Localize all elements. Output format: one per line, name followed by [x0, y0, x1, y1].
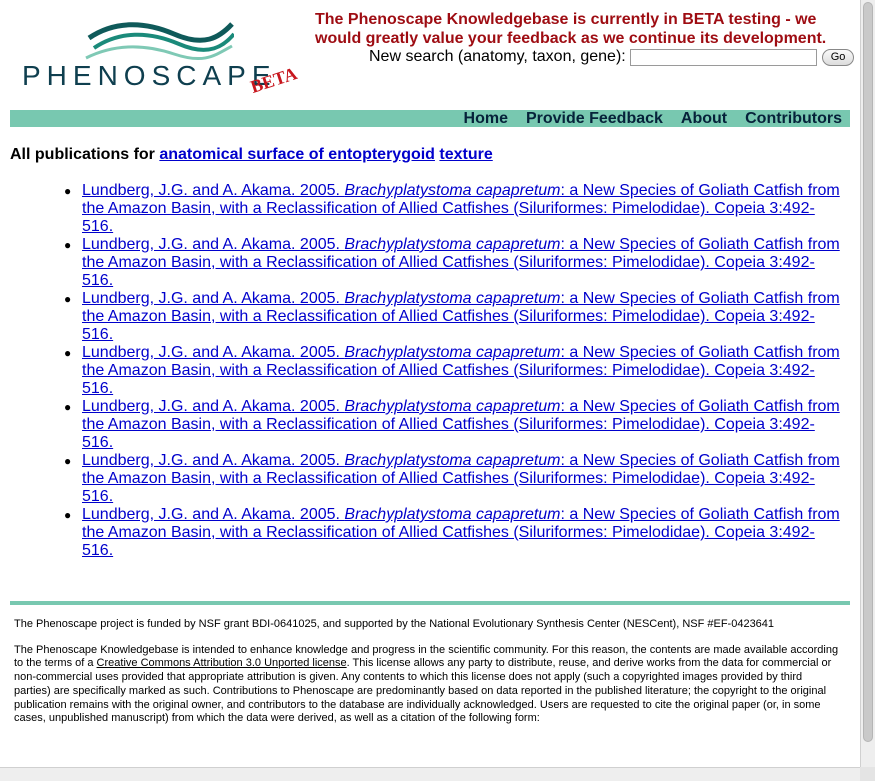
publication-link[interactable]: Lundberg, J.G. and A. Akama. 2005. Brach… — [82, 398, 840, 451]
publication-link[interactable]: Lundberg, J.G. and A. Akama. 2005. Brach… — [82, 236, 840, 289]
nav-home-link[interactable]: Home — [464, 110, 508, 127]
search-form: New search (anatomy, taxon, gene): Go — [369, 48, 855, 66]
publication-citation: Lundberg, J.G. and A. Akama. 2005. — [82, 452, 345, 469]
publication-species: Brachyplatystoma capapretum — [344, 452, 561, 469]
quality-link[interactable]: texture — [439, 146, 492, 163]
publication-item: ● Lundberg, J.G. and A. Akama. 2005. Brac… — [64, 236, 844, 290]
nav-contributors-link[interactable]: Contributors — [745, 110, 842, 127]
publication-item: ● Lundberg, J.G. and A. Akama. 2005. Brac… — [64, 452, 844, 506]
publication-link[interactable]: Lundberg, J.G. and A. Akama. 2005. Brach… — [82, 506, 840, 559]
publication-item: ● Lundberg, J.G. and A. Akama. 2005. Brac… — [64, 398, 844, 452]
publication-link[interactable]: Lundberg, J.G. and A. Akama. 2005. Brach… — [82, 290, 840, 343]
publication-link[interactable]: Lundberg, J.G. and A. Akama. 2005. Brach… — [82, 344, 840, 397]
search-input[interactable] — [629, 48, 817, 66]
bullet-icon: ● — [64, 346, 72, 360]
horizontal-scrollbar[interactable] — [0, 767, 860, 781]
publication-citation: Lundberg, J.G. and A. Akama. 2005. — [82, 506, 345, 523]
phenoscape-logo[interactable]: PHENOSCAPE BETA — [22, 12, 307, 112]
nav-feedback-link[interactable]: Provide Feedback — [526, 110, 663, 127]
bullet-icon: ● — [64, 400, 72, 414]
publication-item: ● Lundberg, J.G. and A. Akama. 2005. Brac… — [64, 182, 844, 236]
publication-item: ● Lundberg, J.G. and A. Akama. 2005. Brac… — [64, 344, 844, 398]
publication-species: Brachyplatystoma capapretum — [344, 344, 561, 361]
publication-list: ● Lundberg, J.G. and A. Akama. 2005. Brac… — [64, 182, 844, 560]
nav-bar: Home Provide Feedback About Contributors — [10, 110, 850, 127]
page-title: All publications for anatomical surface … — [10, 146, 493, 164]
resize-corner[interactable] — [860, 767, 875, 781]
publication-citation: Lundberg, J.G. and A. Akama. 2005. — [82, 398, 345, 415]
publication-citation: Lundberg, J.G. and A. Akama. 2005. — [82, 182, 345, 199]
funding-text: The Phenoscape project is funded by NSF … — [14, 618, 775, 630]
publication-link[interactable]: Lundberg, J.G. and A. Akama. 2005. Brach… — [82, 182, 840, 235]
publication-citation: Lundberg, J.G. and A. Akama. 2005. — [82, 290, 345, 307]
search-label: New search (anatomy, taxon, gene): — [369, 48, 626, 65]
bullet-icon: ● — [64, 292, 72, 306]
page: PHENOSCAPE BETA The Phenoscape Knowledge… — [0, 0, 860, 767]
publication-item: ● Lundberg, J.G. and A. Akama. 2005. Brac… — [64, 290, 844, 344]
publication-species: Brachyplatystoma capapretum — [344, 290, 561, 307]
logo-waves-icon — [85, 22, 234, 61]
publication-species: Brachyplatystoma capapretum — [344, 506, 561, 523]
publication-species: Brachyplatystoma capapretum — [344, 398, 561, 415]
logo-text: PHENOSCAPE — [22, 60, 277, 91]
footer-divider — [10, 601, 850, 605]
nav-about-link[interactable]: About — [681, 110, 727, 127]
publication-species: Brachyplatystoma capapretum — [344, 182, 561, 199]
page-title-prefix: All publications for — [10, 146, 155, 163]
publication-citation: Lundberg, J.G. and A. Akama. 2005. — [82, 236, 345, 253]
bullet-icon: ● — [64, 454, 72, 468]
publication-item: ● Lundberg, J.G. and A. Akama. 2005. Brac… — [64, 506, 844, 560]
publication-link[interactable]: Lundberg, J.G. and A. Akama. 2005. Brach… — [82, 452, 840, 505]
entity-link[interactable]: anatomical surface of entopterygoid — [159, 146, 435, 163]
footer: The Phenoscape project is funded by NSF … — [14, 618, 840, 738]
bullet-icon: ● — [64, 184, 72, 198]
vertical-scrollbar[interactable] — [860, 0, 875, 767]
beta-notice: The Phenoscape Knowledgebase is currentl… — [315, 11, 827, 47]
go-button[interactable]: Go — [821, 48, 855, 66]
bullet-icon: ● — [64, 508, 72, 522]
license-text: The Phenoscape Knowledgebase is intended… — [14, 644, 840, 726]
bullet-icon: ● — [64, 238, 72, 252]
publication-species: Brachyplatystoma capapretum — [344, 236, 561, 253]
publication-citation: Lundberg, J.G. and A. Akama. 2005. — [82, 344, 345, 361]
license-link[interactable]: Creative Commons Attribution 3.0 Unporte… — [97, 657, 347, 669]
vertical-scrollbar-thumb[interactable] — [863, 2, 873, 742]
